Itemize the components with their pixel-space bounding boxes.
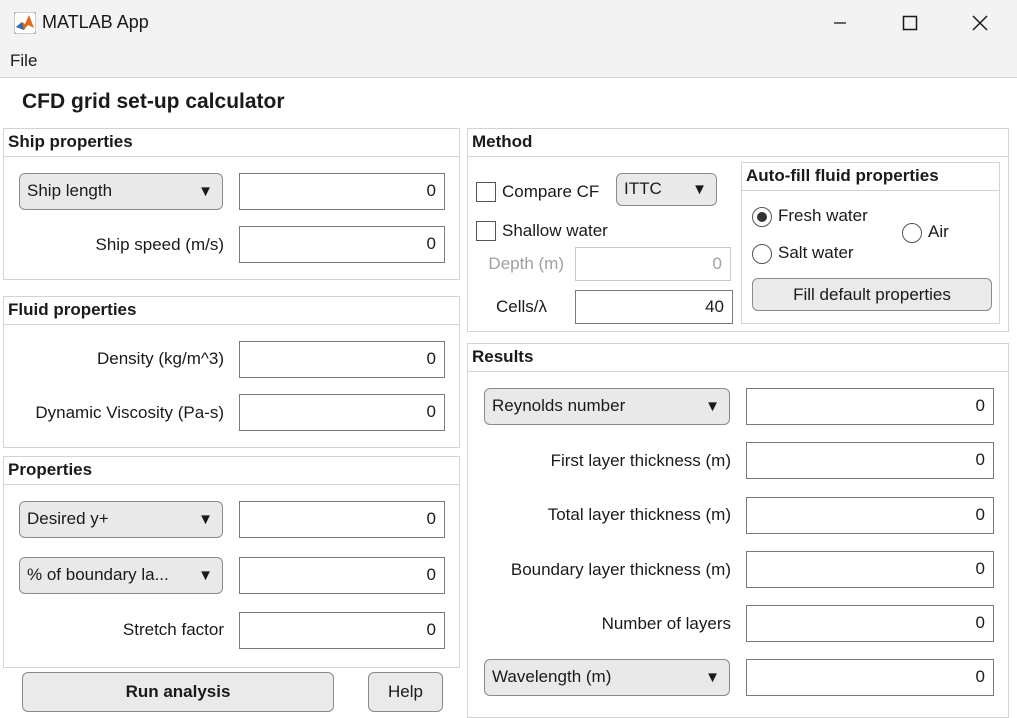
fresh-water-radio[interactable] xyxy=(752,207,772,227)
shallow-water-checkbox[interactable] xyxy=(476,221,496,241)
panel-title: Results xyxy=(468,344,1008,372)
panel-title: Properties xyxy=(4,457,459,485)
panel-title: Method xyxy=(468,129,1008,157)
ship-speed-label: Ship speed (m/s) xyxy=(95,235,225,254)
total-layer-thickness-field[interactable]: 0 xyxy=(746,497,994,534)
run-analysis-button[interactable]: Run analysis xyxy=(22,672,334,712)
desired-yplus-field[interactable]: 0 xyxy=(239,501,445,538)
stretch-factor-field[interactable]: 0 xyxy=(239,612,445,649)
dropdown-label: % of boundary la... xyxy=(27,565,169,584)
reynolds-number-field[interactable]: 0 xyxy=(746,388,994,425)
dropdown-arrow-icon: ▼ xyxy=(198,183,213,200)
compare-cf-checkbox[interactable] xyxy=(476,182,496,202)
dropdown-arrow-icon: ▼ xyxy=(705,398,720,415)
salt-water-label: Salt water xyxy=(778,243,854,262)
density-field[interactable]: 0 xyxy=(239,341,445,378)
window-title: MATLAB App xyxy=(42,12,149,32)
compare-cf-label: Compare CF xyxy=(502,182,600,201)
panel-title: Ship properties xyxy=(4,129,459,157)
dropdown-label: ITTC xyxy=(624,179,662,198)
close-icon xyxy=(972,15,988,31)
viscosity-field[interactable]: 0 xyxy=(239,394,445,431)
density-label: Density (kg/m^3) xyxy=(96,349,224,368)
wavelength-field[interactable]: 0 xyxy=(746,659,994,696)
reynolds-number-dropdown[interactable]: Reynolds number ▼ xyxy=(484,388,730,425)
first-layer-thickness-field[interactable]: 0 xyxy=(746,442,994,479)
menu-bar xyxy=(0,46,1017,78)
dropdown-arrow-icon: ▼ xyxy=(198,567,213,584)
stretch-factor-label: Stretch factor xyxy=(122,620,224,639)
fresh-water-label: Fresh water xyxy=(778,206,868,225)
first-layer-thickness-label: First layer thickness (m) xyxy=(550,451,731,470)
panel-title: Fluid properties xyxy=(4,297,459,325)
minimize-button[interactable] xyxy=(805,0,875,46)
wavelength-dropdown[interactable]: Wavelength (m) ▼ xyxy=(484,659,730,696)
boundary-layer-thickness-field[interactable]: 0 xyxy=(746,551,994,588)
air-radio[interactable] xyxy=(902,223,922,243)
dropdown-label: Ship length xyxy=(27,181,113,200)
desired-yplus-dropdown[interactable]: Desired y+ ▼ xyxy=(19,501,223,538)
menu-file[interactable]: File xyxy=(10,51,37,71)
boundary-layer-dropdown[interactable]: % of boundary la... ▼ xyxy=(19,557,223,594)
salt-water-radio[interactable] xyxy=(752,244,772,264)
number-of-layers-field[interactable]: 0 xyxy=(746,605,994,642)
matlab-logo-icon xyxy=(13,11,37,35)
minimize-icon xyxy=(834,22,846,24)
viscosity-label: Dynamic Viscosity (Pa-s) xyxy=(35,403,224,422)
panel-title: Auto-fill fluid properties xyxy=(742,163,999,191)
boundary-layer-field[interactable]: 0 xyxy=(239,557,445,594)
maximize-icon xyxy=(902,15,918,31)
ship-speed-field[interactable]: 0 xyxy=(239,226,445,263)
depth-field[interactable]: 0 xyxy=(575,247,731,281)
shallow-water-label: Shallow water xyxy=(502,221,608,240)
maximize-button[interactable] xyxy=(875,0,945,46)
dropdown-label: Wavelength (m) xyxy=(492,667,612,686)
dropdown-label: Desired y+ xyxy=(27,509,109,528)
cf-method-dropdown[interactable]: ITTC ▼ xyxy=(616,173,717,206)
dropdown-arrow-icon: ▼ xyxy=(198,511,213,528)
dropdown-label: Reynolds number xyxy=(492,396,626,415)
fill-default-properties-button[interactable]: Fill default properties xyxy=(752,278,992,311)
cells-per-wavelength-field[interactable]: 40 xyxy=(575,290,733,324)
ship-length-dropdown[interactable]: Ship length ▼ xyxy=(19,173,223,210)
air-label: Air xyxy=(928,222,949,241)
dropdown-arrow-icon: ▼ xyxy=(705,669,720,686)
depth-label: Depth (m) xyxy=(488,254,564,273)
ship-length-field[interactable]: 0 xyxy=(239,173,445,210)
number-of-layers-label: Number of layers xyxy=(601,614,731,633)
close-button[interactable] xyxy=(945,0,1015,46)
help-button[interactable]: Help xyxy=(368,672,443,712)
total-layer-thickness-label: Total layer thickness (m) xyxy=(547,505,731,524)
app-title: CFD grid set-up calculator xyxy=(22,90,285,113)
cells-per-wavelength-label: Cells/λ xyxy=(495,297,547,316)
boundary-layer-thickness-label: Boundary layer thickness (m) xyxy=(510,560,731,579)
dropdown-arrow-icon: ▼ xyxy=(692,181,707,198)
